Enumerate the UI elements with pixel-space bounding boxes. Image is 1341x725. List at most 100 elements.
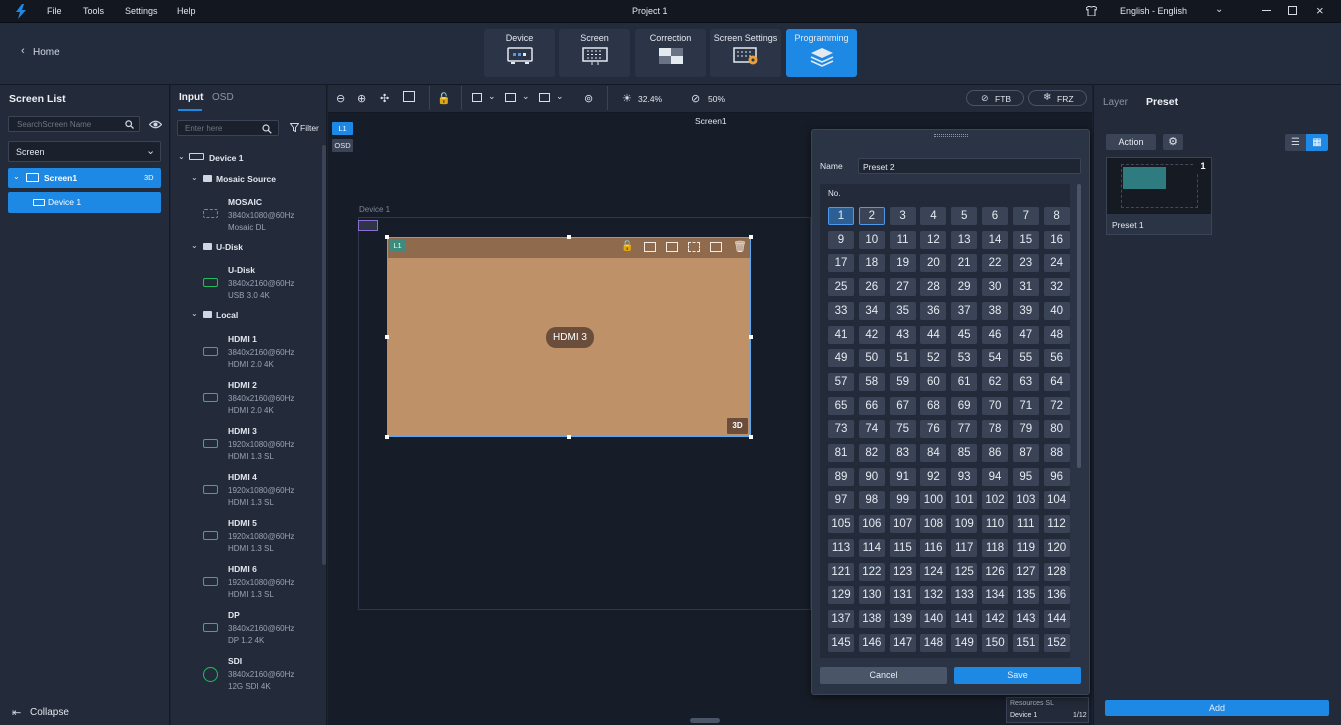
preset-number-cell[interactable]: 83 xyxy=(889,444,916,462)
tab-screen-settings[interactable]: Screen Settings xyxy=(710,29,781,77)
resize-handle[interactable] xyxy=(567,235,571,239)
preset-number-cell[interactable]: 121 xyxy=(828,562,854,581)
preset-number-cell[interactable]: 124 xyxy=(920,562,947,581)
layer-l1-tag[interactable]: L1 xyxy=(332,122,353,135)
screen-dropdown[interactable]: Screen ⌄ xyxy=(8,141,161,162)
source-u-disk[interactable]: U-Disk 3840x2160@60Hz USB 3.0 4K xyxy=(228,264,294,303)
preset-number-cell[interactable]: 10 xyxy=(858,230,885,249)
zoom-out-icon[interactable]: ⊖ xyxy=(336,92,345,105)
eye-icon[interactable] xyxy=(149,120,162,129)
preset-number-cell[interactable]: 48 xyxy=(1043,325,1070,344)
preset-number-cell[interactable]: 14 xyxy=(982,230,1008,249)
preset-number-cell[interactable]: 6 xyxy=(982,207,1008,225)
source-search-input[interactable]: Enter here xyxy=(177,120,279,136)
preset-number-cell[interactable]: 116 xyxy=(920,538,947,557)
preset-number-cell[interactable]: 115 xyxy=(889,538,916,557)
preset-number-cell[interactable]: 84 xyxy=(920,444,947,462)
search-icon[interactable] xyxy=(125,120,134,129)
preset-number-cell[interactable]: 37 xyxy=(951,301,978,320)
resize-handle[interactable] xyxy=(749,335,753,339)
preset-number-cell[interactable]: 149 xyxy=(951,633,978,652)
preset-number-cell[interactable]: 22 xyxy=(982,254,1008,273)
filter-button[interactable]: Filter xyxy=(300,123,319,133)
collapse-button[interactable]: Collapse xyxy=(30,707,69,718)
add-preset-button[interactable]: Add xyxy=(1105,700,1329,716)
preset-number-cell[interactable]: 52 xyxy=(920,349,947,368)
preset-number-cell[interactable]: 53 xyxy=(951,349,978,368)
preset-number-cell[interactable]: 60 xyxy=(920,372,947,391)
preset-number-cell[interactable]: 80 xyxy=(1043,420,1070,439)
preset-number-cell[interactable]: 3 xyxy=(889,207,916,225)
preset-number-cell[interactable]: 133 xyxy=(951,586,978,605)
expand-chevron-icon[interactable]: ⌄ xyxy=(191,309,198,318)
preset-number-cell[interactable]: 132 xyxy=(920,586,947,605)
preset-number-cell[interactable]: 74 xyxy=(858,420,885,439)
preset-number-cell[interactable]: 82 xyxy=(858,444,885,462)
preset-number-cell[interactable]: 49 xyxy=(828,349,854,368)
preset-number-cell[interactable]: 9 xyxy=(828,230,854,249)
menu-file[interactable]: File xyxy=(47,6,62,16)
source-hdmi-3[interactable]: HDMI 3 1920x1080@60Hz HDMI 1.3 SL xyxy=(228,425,294,464)
grid-view-icon[interactable]: ▦ xyxy=(1306,134,1328,151)
save-button[interactable]: Save xyxy=(954,667,1081,684)
preset-number-cell[interactable]: 19 xyxy=(889,254,916,273)
preset-number-cell[interactable]: 71 xyxy=(1012,396,1039,415)
preset-number-cell[interactable]: 68 xyxy=(920,396,947,415)
expand-chevron-icon[interactable]: ⌄ xyxy=(191,173,198,182)
preset-number-cell[interactable]: 125 xyxy=(951,562,978,581)
preset-number-cell[interactable]: 104 xyxy=(1043,491,1070,510)
preset-number-cell[interactable]: 16 xyxy=(1043,230,1070,249)
screen-search-input[interactable]: SearchScreen Name xyxy=(8,116,140,132)
preset-number-cell[interactable]: 107 xyxy=(889,515,916,534)
preset-number-cell[interactable]: 81 xyxy=(828,444,854,462)
tab-device[interactable]: Device xyxy=(484,29,555,77)
expand-chevron-icon[interactable]: ⌄ xyxy=(13,172,20,181)
preset-number-cell[interactable]: 43 xyxy=(889,325,916,344)
preset-number-cell[interactable]: 134 xyxy=(982,586,1008,605)
preset-number-cell[interactable]: 90 xyxy=(858,467,885,486)
cancel-button[interactable]: Cancel xyxy=(820,667,947,684)
tab-screen[interactable]: Screen xyxy=(559,29,630,77)
back-chevron-icon[interactable]: ‹ xyxy=(21,45,25,57)
preset-number-cell[interactable]: 17 xyxy=(828,254,854,273)
osd-tag[interactable]: OSD xyxy=(332,139,353,152)
preset-number-cell[interactable]: 100 xyxy=(920,491,947,510)
menu-tools[interactable]: Tools xyxy=(83,6,104,16)
preset-number-cell[interactable]: 136 xyxy=(1043,586,1070,605)
preset-number-cell[interactable]: 23 xyxy=(1012,254,1039,273)
preset-number-cell[interactable]: 85 xyxy=(951,444,978,462)
source-hdmi-2[interactable]: HDMI 2 3840x2160@60Hz HDMI 2.0 4K xyxy=(228,379,294,418)
preset-number-cell[interactable]: 27 xyxy=(889,278,916,297)
preset-number-cell[interactable]: 103 xyxy=(1012,491,1039,510)
preset-number-cell[interactable]: 15 xyxy=(1012,230,1039,249)
fit-icon[interactable]: ✣ xyxy=(380,92,389,105)
preset-number-cell[interactable]: 148 xyxy=(920,633,947,652)
preset-number-cell[interactable]: 94 xyxy=(982,467,1008,486)
preset-card-1[interactable]: 1 Preset 1 xyxy=(1106,157,1212,235)
preset-number-cell[interactable]: 113 xyxy=(828,538,854,557)
preset-number-cell[interactable]: 28 xyxy=(920,278,947,297)
preset-number-cell[interactable]: 36 xyxy=(920,301,947,320)
layer-order-icon[interactable] xyxy=(472,93,482,102)
window-delete-icon[interactable]: 🗑 xyxy=(733,240,747,253)
preset-number-cell[interactable]: 92 xyxy=(920,467,947,486)
close-icon[interactable]: × xyxy=(1316,3,1324,18)
preset-number-cell[interactable]: 118 xyxy=(982,538,1008,557)
source-hdmi-4[interactable]: HDMI 4 1920x1080@60Hz HDMI 1.3 SL xyxy=(228,471,294,510)
menu-settings[interactable]: Settings xyxy=(125,6,158,16)
zoom-in-icon[interactable]: ⊕ xyxy=(357,92,366,105)
preset-number-cell[interactable]: 35 xyxy=(889,301,916,320)
preset-number-cell[interactable]: 2 xyxy=(858,207,885,225)
preset-number-cell[interactable]: 5 xyxy=(951,207,978,225)
preset-number-cell[interactable]: 146 xyxy=(858,633,885,652)
preset-number-cell[interactable]: 128 xyxy=(1043,562,1070,581)
resize-handle[interactable] xyxy=(567,435,571,439)
chevron-down-icon[interactable]: ⌄ xyxy=(1215,4,1223,15)
preset-number-cell[interactable]: 13 xyxy=(951,230,978,249)
preset-number-cell[interactable]: 106 xyxy=(858,515,885,534)
menu-help[interactable]: Help xyxy=(177,6,196,16)
preset-number-cell[interactable]: 97 xyxy=(828,491,854,510)
screen-item-screen1[interactable]: ⌄ Screen1 3D xyxy=(8,168,161,188)
preset-number-cell[interactable]: 150 xyxy=(982,633,1008,652)
preset-number-cell[interactable]: 21 xyxy=(951,254,978,273)
